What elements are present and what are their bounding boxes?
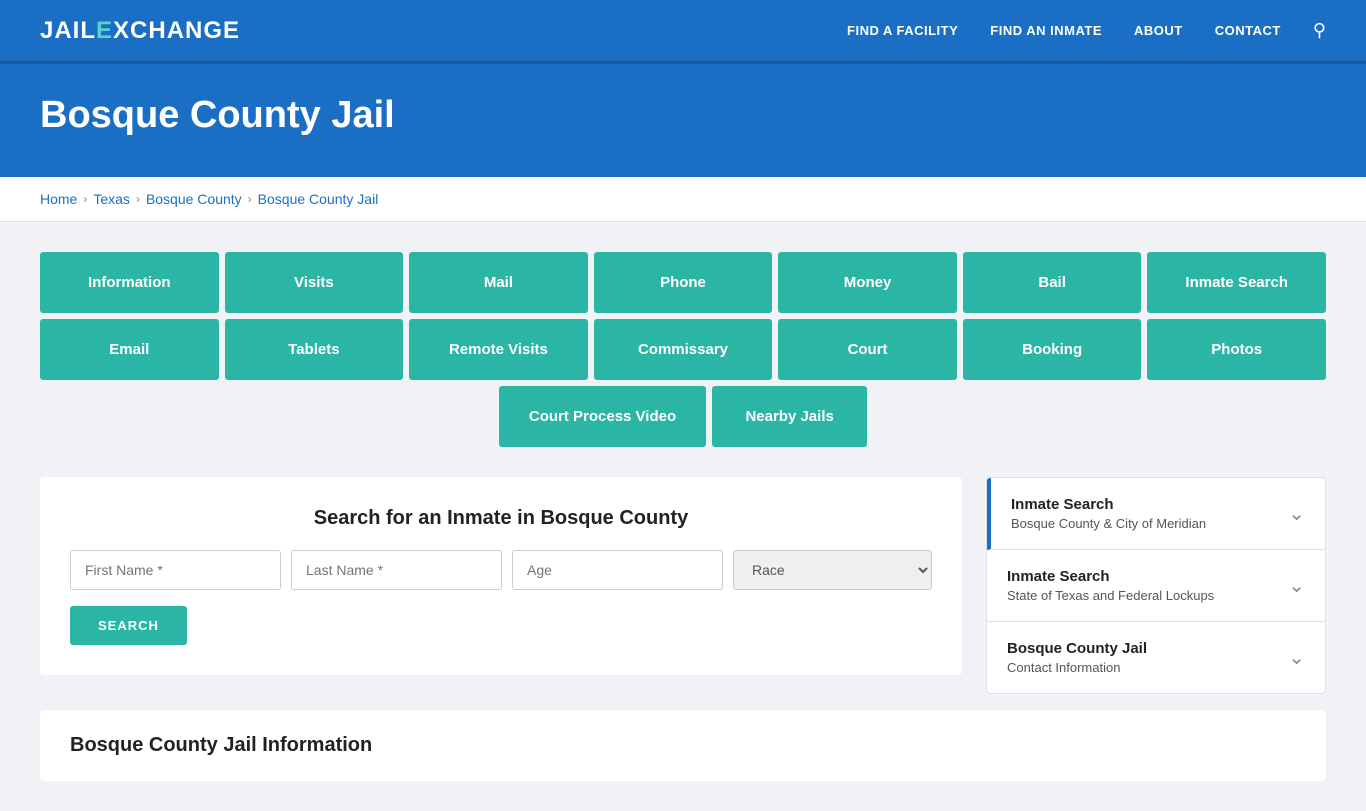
btn-visits[interactable]: Visits — [225, 252, 404, 313]
breadcrumb-sep-2: › — [136, 192, 140, 206]
age-input[interactable] — [512, 550, 723, 590]
chevron-down-icon-3: ⌄ — [1288, 645, 1305, 670]
inmate-search-title: Search for an Inmate in Bosque County — [70, 507, 932, 530]
btn-photos[interactable]: Photos — [1147, 319, 1326, 380]
btn-commissary[interactable]: Commissary — [594, 319, 773, 380]
search-icon-button[interactable]: ⚲ — [1313, 20, 1326, 41]
sidebar-item-texas-search[interactable]: Inmate Search State of Texas and Federal… — [987, 550, 1325, 622]
sidebar-item-left-2: Inmate Search State of Texas and Federal… — [1007, 568, 1214, 603]
nav-contact[interactable]: CONTACT — [1215, 23, 1281, 38]
btn-money[interactable]: Money — [778, 252, 957, 313]
chevron-down-icon-1: ⌄ — [1288, 501, 1305, 526]
sidebar-item-bosque-search[interactable]: Inmate Search Bosque County & City of Me… — [987, 478, 1325, 550]
breadcrumb-county[interactable]: Bosque County — [146, 191, 242, 207]
bottom-info-section: Bosque County Jail Information — [40, 710, 1326, 781]
sidebar-item-title-1: Inmate Search — [1011, 496, 1206, 513]
chevron-down-icon-2: ⌄ — [1288, 573, 1305, 598]
sidebar-item-sub-2: State of Texas and Federal Lockups — [1007, 588, 1214, 603]
page-title: Bosque County Jail — [40, 94, 1326, 137]
breadcrumb-sep-1: › — [83, 192, 87, 206]
sidebar-item-sub-3: Contact Information — [1007, 660, 1147, 675]
bottom-info-title: Bosque County Jail Information — [70, 734, 1296, 757]
form-name-row: Race — [70, 550, 932, 590]
sidebar: Inmate Search Bosque County & City of Me… — [986, 477, 1326, 694]
button-grid-row3: Court Process Video Nearby Jails — [40, 386, 1326, 447]
btn-court[interactable]: Court — [778, 319, 957, 380]
btn-tablets[interactable]: Tablets — [225, 319, 404, 380]
breadcrumb: Home › Texas › Bosque County › Bosque Co… — [40, 191, 1326, 207]
inmate-search-card: Search for an Inmate in Bosque County Ra… — [40, 477, 962, 675]
nav-about[interactable]: ABOUT — [1134, 23, 1183, 38]
logo-jail: JAIL — [40, 17, 96, 45]
breadcrumb-texas[interactable]: Texas — [93, 191, 130, 207]
button-grid-row1: Information Visits Mail Phone Money Bail… — [40, 252, 1326, 313]
breadcrumb-home[interactable]: Home — [40, 191, 77, 207]
search-button[interactable]: SEARCH — [70, 606, 187, 645]
sidebar-item-contact[interactable]: Bosque County Jail Contact Information ⌄ — [987, 622, 1325, 693]
btn-bail[interactable]: Bail — [963, 252, 1142, 313]
sidebar-item-left-1: Inmate Search Bosque County & City of Me… — [1011, 496, 1206, 531]
btn-mail[interactable]: Mail — [409, 252, 588, 313]
last-name-input[interactable] — [291, 550, 502, 590]
btn-court-process-video[interactable]: Court Process Video — [499, 386, 706, 447]
btn-remote-visits[interactable]: Remote Visits — [409, 319, 588, 380]
header: JAILEXCHANGE FIND A FACILITY FIND AN INM… — [0, 0, 1366, 64]
btn-email[interactable]: Email — [40, 319, 219, 380]
first-name-input[interactable] — [70, 550, 281, 590]
button-grid-row2: Email Tablets Remote Visits Commissary C… — [40, 319, 1326, 380]
sidebar-item-left-3: Bosque County Jail Contact Information — [1007, 640, 1147, 675]
btn-booking[interactable]: Booking — [963, 319, 1142, 380]
race-select[interactable]: Race — [733, 550, 932, 590]
btn-information[interactable]: Information — [40, 252, 219, 313]
hero-section: Bosque County Jail — [0, 64, 1366, 177]
sidebar-item-title-3: Bosque County Jail — [1007, 640, 1147, 657]
logo[interactable]: JAILEXCHANGE — [40, 17, 240, 45]
breadcrumb-bar: Home › Texas › Bosque County › Bosque Co… — [0, 177, 1366, 222]
bottom-section: Search for an Inmate in Bosque County Ra… — [40, 477, 1326, 694]
main-nav: FIND A FACILITY FIND AN INMATE ABOUT CON… — [847, 20, 1326, 41]
breadcrumb-sep-3: › — [248, 192, 252, 206]
logo-exchange: XCHANGE — [113, 17, 240, 45]
breadcrumb-current: Bosque County Jail — [258, 191, 379, 207]
btn-nearby-jails[interactable]: Nearby Jails — [712, 386, 867, 447]
sidebar-card: Inmate Search Bosque County & City of Me… — [986, 477, 1326, 694]
btn-phone[interactable]: Phone — [594, 252, 773, 313]
logo-x: E — [96, 17, 113, 45]
nav-find-inmate[interactable]: FIND AN INMATE — [990, 23, 1102, 38]
sidebar-item-title-2: Inmate Search — [1007, 568, 1214, 585]
sidebar-item-sub-1: Bosque County & City of Meridian — [1011, 516, 1206, 531]
nav-find-facility[interactable]: FIND A FACILITY — [847, 23, 958, 38]
main-content: Information Visits Mail Phone Money Bail… — [0, 222, 1366, 811]
btn-inmate-search[interactable]: Inmate Search — [1147, 252, 1326, 313]
